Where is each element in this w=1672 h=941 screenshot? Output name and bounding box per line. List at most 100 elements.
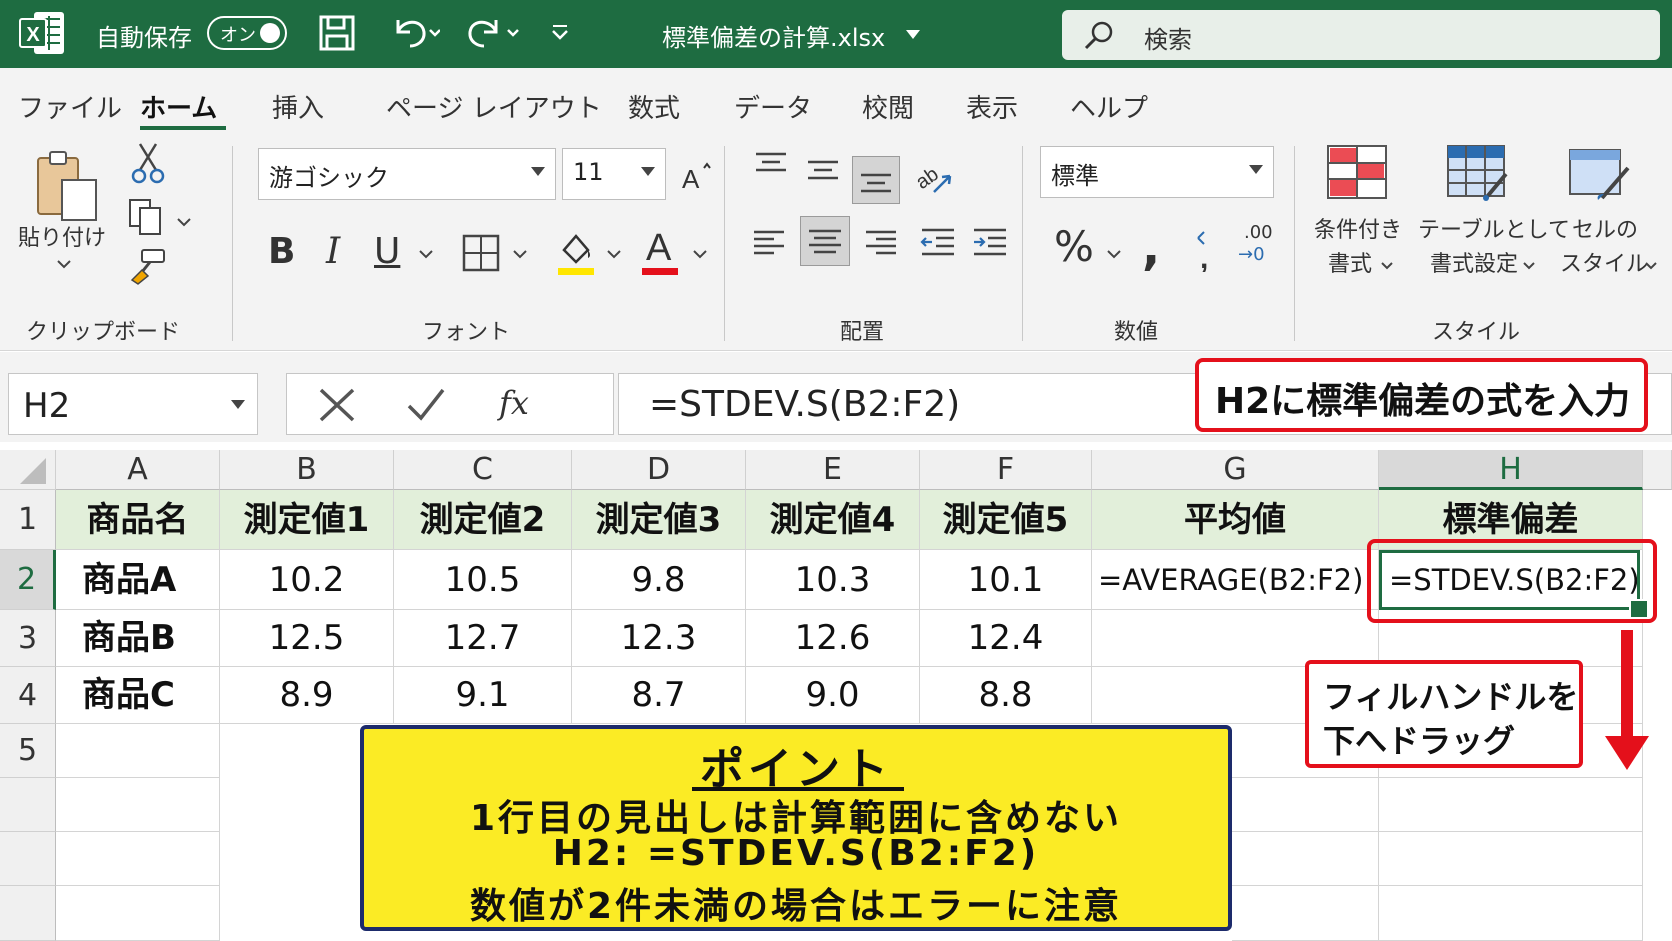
cell-e1[interactable]: 測定値4: [746, 490, 920, 550]
column-header-f[interactable]: F: [920, 450, 1092, 490]
format-as-table-label2[interactable]: 書式設定: [1430, 246, 1518, 278]
font-color-dropdown-icon[interactable]: [692, 246, 708, 265]
align-center-icon[interactable]: [800, 216, 850, 266]
decrease-indent-icon[interactable]: [920, 226, 956, 264]
select-all-button[interactable]: [0, 450, 56, 490]
cell-a1[interactable]: 商品名: [56, 490, 220, 550]
tab-formulas[interactable]: 数式: [628, 88, 680, 125]
tab-help[interactable]: ヘルプ: [1070, 88, 1148, 125]
cell-g8[interactable]: [1232, 886, 1379, 941]
row-header-2[interactable]: 2: [0, 550, 56, 610]
cell-d1[interactable]: 測定値3: [572, 490, 746, 550]
cell-g2[interactable]: =AVERAGE(B2:F2): [1092, 550, 1379, 610]
cell-e4[interactable]: 9.0: [746, 667, 920, 724]
paste-label[interactable]: 貼り付け: [18, 220, 106, 252]
accounting-dropdown-icon[interactable]: [1106, 246, 1122, 265]
align-middle-icon[interactable]: [806, 156, 840, 194]
cell-g1[interactable]: 平均値: [1092, 490, 1379, 550]
chevron-down-icon[interactable]: [1380, 256, 1394, 275]
tab-home[interactable]: ホーム: [140, 88, 217, 125]
underline-dropdown-icon[interactable]: [418, 246, 434, 265]
column-header-e[interactable]: E: [746, 450, 920, 490]
cell-c1[interactable]: 測定値2: [394, 490, 572, 550]
column-header-g[interactable]: G: [1092, 450, 1379, 490]
fill-color-dropdown-icon[interactable]: [606, 246, 622, 265]
cell-a6[interactable]: [56, 778, 220, 832]
borders-icon[interactable]: [462, 234, 500, 276]
cell-a7[interactable]: [56, 832, 220, 886]
font-name-dropdown[interactable]: 游ゴシック: [258, 148, 556, 200]
cell-styles-icon[interactable]: [1568, 144, 1632, 206]
name-box[interactable]: H2: [8, 373, 258, 435]
cell-c2[interactable]: 10.5: [394, 550, 572, 610]
customize-qat-icon[interactable]: [550, 22, 570, 46]
fill-color-icon[interactable]: [556, 230, 596, 280]
save-icon[interactable]: [318, 14, 356, 56]
cell-h8[interactable]: [1379, 886, 1643, 941]
row-header-4[interactable]: 4: [0, 667, 56, 724]
orientation-icon[interactable]: ab: [912, 160, 956, 202]
percent-style-icon[interactable]: %: [1054, 226, 1094, 268]
column-header-b[interactable]: B: [220, 450, 394, 490]
insert-function-icon[interactable]: fx: [497, 382, 537, 430]
redo-icon[interactable]: [466, 12, 522, 56]
cell-e2[interactable]: 10.3: [746, 550, 920, 610]
conditional-formatting-icon[interactable]: [1326, 144, 1388, 204]
enter-icon[interactable]: [405, 386, 447, 428]
cell-b4[interactable]: 8.9: [220, 667, 394, 724]
cell-g3[interactable]: [1092, 610, 1379, 667]
number-format-dropdown[interactable]: 標準: [1040, 146, 1274, 198]
format-painter-icon[interactable]: [128, 246, 168, 290]
cell-d3[interactable]: 12.3: [572, 610, 746, 667]
cell-g7[interactable]: [1232, 832, 1379, 886]
tab-data[interactable]: データ: [734, 88, 812, 125]
cell-h7[interactable]: [1379, 832, 1643, 886]
cell-a3[interactable]: 商品B: [56, 610, 220, 667]
format-as-table-icon[interactable]: [1446, 144, 1510, 206]
cell-f2[interactable]: 10.1: [920, 550, 1092, 610]
cell-a4[interactable]: 商品C: [56, 667, 220, 724]
row-header-5[interactable]: 5: [0, 724, 56, 778]
cancel-icon[interactable]: [317, 386, 357, 428]
title-dropdown-icon[interactable]: [906, 30, 920, 39]
column-header-c[interactable]: C: [394, 450, 572, 490]
cell-d2[interactable]: 9.8: [572, 550, 746, 610]
cell-f4[interactable]: 8.8: [920, 667, 1092, 724]
increase-indent-icon[interactable]: [972, 226, 1008, 264]
autosave-toggle[interactable]: オン: [207, 16, 287, 50]
align-right-icon[interactable]: [864, 226, 898, 264]
conditional-formatting-label2[interactable]: 書式: [1328, 246, 1372, 278]
row-header-1[interactable]: 1: [0, 490, 56, 550]
row-header-8[interactable]: [0, 886, 56, 941]
cell-b1[interactable]: 測定値1: [220, 490, 394, 550]
copy-icon[interactable]: [126, 196, 166, 240]
increase-decimal-icon[interactable]: .00 →0: [1236, 222, 1282, 272]
align-bottom-icon[interactable]: [852, 156, 900, 204]
cell-a5[interactable]: [56, 724, 220, 778]
search-box[interactable]: 検索: [1062, 10, 1660, 60]
tab-file[interactable]: ファイル: [18, 88, 122, 125]
align-left-icon[interactable]: [752, 226, 786, 264]
cell-c4[interactable]: 9.1: [394, 667, 572, 724]
row-header-3[interactable]: 3: [0, 610, 56, 667]
cut-icon[interactable]: [130, 142, 166, 188]
underline-icon[interactable]: U: [374, 234, 400, 270]
chevron-down-icon[interactable]: [231, 400, 245, 409]
font-size-dropdown[interactable]: 11: [562, 148, 666, 200]
cell-a2[interactable]: 商品A: [56, 550, 220, 610]
borders-dropdown-icon[interactable]: [512, 246, 528, 265]
column-header-i[interactable]: [1643, 450, 1672, 490]
tab-review[interactable]: 校閲: [862, 88, 914, 125]
paste-icon[interactable]: [32, 148, 104, 228]
cell-h6[interactable]: [1379, 778, 1643, 832]
cell-b3[interactable]: 12.5: [220, 610, 394, 667]
increase-font-size-icon[interactable]: A: [680, 162, 714, 196]
chevron-down-icon[interactable]: [1522, 256, 1536, 275]
paste-dropdown-icon[interactable]: [56, 256, 72, 275]
cell-e3[interactable]: 12.6: [746, 610, 920, 667]
tab-view[interactable]: 表示: [966, 88, 1018, 125]
cell-f1[interactable]: 測定値5: [920, 490, 1092, 550]
cell-styles-label2[interactable]: スタイル: [1560, 246, 1648, 278]
column-header-d[interactable]: D: [572, 450, 746, 490]
align-top-icon[interactable]: [754, 150, 788, 188]
